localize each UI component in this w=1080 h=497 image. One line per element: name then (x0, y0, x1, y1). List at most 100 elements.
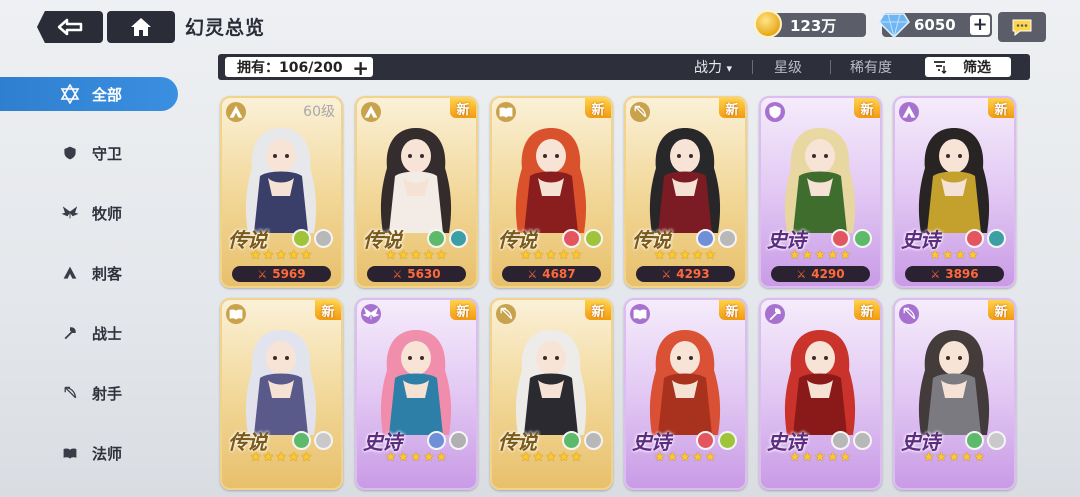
expand-slots-icon[interactable]: + (352, 56, 369, 80)
sidebar-item-label: 战士 (92, 324, 123, 343)
sidebar-item-label: 射手 (92, 384, 123, 403)
chat-button[interactable] (998, 12, 1046, 42)
hero-card[interactable]: 60级 传说 ★★★★★ ⚔ 5969 (220, 96, 343, 288)
star-of-david-icon (60, 84, 80, 104)
star-rating: ★★★★★ (922, 450, 987, 465)
card-footer: ★★★★★ (895, 448, 1014, 488)
hero-card[interactable]: 44 新 传说 ★★★★★ ⚔5630 (355, 96, 478, 288)
hero-card[interactable]: 2 新 传说 ★★★★★ (220, 298, 343, 490)
gem-amount: 6050 (914, 16, 956, 34)
card-footer: ★★★★★ ⚔ 5969 (222, 246, 341, 286)
new-badge: 新 (988, 300, 1014, 320)
page-title: 幻灵总览 (185, 17, 266, 39)
home-button[interactable] (107, 11, 175, 43)
power-pill: ⚔ 3896 (905, 266, 1004, 282)
star-rating: ★★★★★ (788, 450, 853, 465)
axe-icon (765, 304, 785, 324)
hood-icon (361, 102, 381, 122)
sidebar-item-label: 法师 (92, 444, 123, 463)
new-badge: 新 (988, 98, 1014, 118)
back-button[interactable] (37, 11, 103, 43)
add-gems-button[interactable]: + (970, 15, 990, 35)
sidebar-item-3[interactable]: 刺客 (0, 256, 178, 290)
sidebar-item-0[interactable]: 全部 (0, 77, 178, 111)
chat-bubble-icon (1012, 19, 1032, 36)
hero-card[interactable]: 1 新 史诗 ★★★★★ (355, 298, 478, 490)
divider (752, 60, 753, 74)
sidebar-item-2[interactable]: 牧师 (0, 196, 178, 230)
hood-icon (60, 263, 80, 283)
power-value: 4687 (542, 267, 576, 281)
hood-icon (899, 102, 919, 122)
filter-icon (934, 61, 947, 74)
power-pill: ⚔ 5969 (232, 266, 331, 282)
star-rating: ★★★★★ (249, 248, 314, 263)
card-footer: ★★★★ ⚔ 3896 (895, 246, 1014, 286)
filter-label: 筛选 (963, 60, 991, 76)
new-badge: 新 (854, 300, 880, 320)
bow-icon (496, 304, 516, 324)
star-rating: ★★★★★ (249, 450, 314, 465)
star-rating: ★★★★★ (384, 248, 449, 263)
card-footer: ★★★★★ (626, 448, 745, 488)
card-footer: ★★★★★ (492, 448, 611, 488)
hero-level: 60级 (303, 104, 335, 120)
hood-icon (226, 102, 246, 122)
sidebar-item-1[interactable]: 守卫 (0, 136, 178, 170)
star-rating: ★★★★★ (519, 248, 584, 263)
bow-icon (60, 383, 80, 403)
hero-card[interactable]: 40 新 史诗 ★★★★ ⚔3896 (893, 96, 1016, 288)
hero-card[interactable]: 40 新 传说 ★★★★★ ⚔4293 (624, 96, 747, 288)
star-rating: ★★★★ (929, 248, 980, 263)
gem-icon (878, 13, 910, 38)
owned-count-label: 拥有：106/200 (237, 60, 343, 76)
hero-card[interactable]: 1 新 史诗 ★★★★★ (624, 298, 747, 490)
shield-icon (60, 143, 80, 163)
star-rating: ★★★★★ (384, 450, 449, 465)
crossed-swords-icon: ⚔ (661, 267, 672, 281)
axe-icon (60, 323, 80, 343)
star-rating: ★★★★★ (653, 248, 718, 263)
card-footer: ★★★★★ (761, 448, 880, 488)
gold-counter: 123万 (754, 10, 866, 38)
sidebar-item-6[interactable]: 法师 (0, 436, 178, 470)
sort-star-button[interactable]: 星级 (774, 57, 802, 77)
star-rating: ★★★★★ (519, 450, 584, 465)
new-badge: 新 (585, 300, 611, 320)
new-badge: 新 (719, 300, 745, 320)
owned-count[interactable]: 拥有：106/200 + (225, 56, 373, 80)
book-icon (60, 443, 80, 463)
gold-coin-icon (754, 10, 782, 38)
crossed-swords-icon: ⚔ (257, 267, 268, 281)
divider (830, 60, 831, 74)
new-badge: 新 (719, 98, 745, 118)
sort-power-button[interactable]: 战力 ▾ (694, 57, 732, 77)
hero-card[interactable]: 40 新 史诗 ★★★★★ ⚔4290 (759, 96, 882, 288)
power-value: 3896 (945, 267, 979, 281)
sidebar-item-label: 刺客 (92, 264, 123, 283)
new-badge: 新 (854, 98, 880, 118)
sort-rarity-button[interactable]: 稀有度 (850, 57, 892, 77)
sort-desc-icon: ▾ (726, 62, 732, 75)
back-arrow-icon (57, 18, 83, 36)
sidebar-item-4[interactable]: 战士 (0, 316, 178, 350)
new-badge: 新 (450, 300, 476, 320)
crossed-swords-icon: ⚔ (392, 267, 403, 281)
crossed-swords-icon: ⚔ (930, 267, 941, 281)
power-value: 4293 (676, 267, 710, 281)
power-value: 5969 (272, 267, 306, 281)
crossed-swords-icon: ⚔ (796, 267, 807, 281)
power-pill: ⚔ 4290 (771, 266, 870, 282)
hero-card[interactable]: 1 新 传说 ★★★★★ (490, 298, 613, 490)
bow-icon (630, 102, 650, 122)
hero-card[interactable]: 40 新 传说 ★★★★★ ⚔4687 (490, 96, 613, 288)
star-rating: ★★★★★ (653, 450, 718, 465)
sidebar-item-5[interactable]: 射手 (0, 376, 178, 410)
power-pill: ⚔ 5630 (367, 266, 466, 282)
card-footer: ★★★★★ ⚔ 4290 (761, 246, 880, 286)
new-badge: 新 (315, 300, 341, 320)
filter-button[interactable]: 筛选 (925, 57, 1011, 77)
sidebar-item-label: 全部 (92, 85, 123, 104)
hero-card[interactable]: 1 新 史诗 ★★★★★ (893, 298, 1016, 490)
hero-card[interactable]: 1 新 史诗 ★★★★★ (759, 298, 882, 490)
